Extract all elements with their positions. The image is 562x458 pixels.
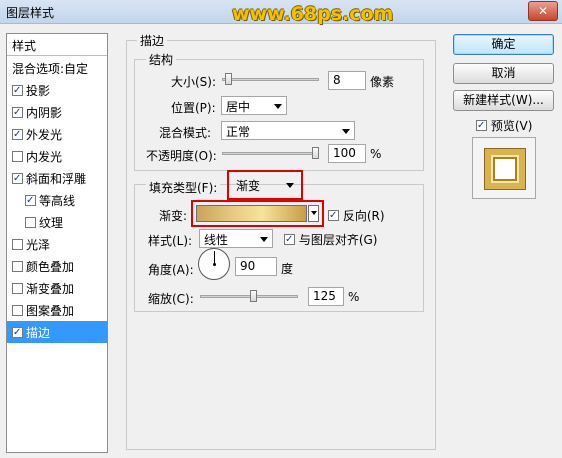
opacity-label: 不透明度(O): xyxy=(146,149,217,163)
style-list-item[interactable]: 内发光 xyxy=(7,145,107,167)
gradient-swatch[interactable] xyxy=(196,205,307,222)
style-item-label: 图案叠加 xyxy=(26,304,75,318)
chevron-down-icon xyxy=(274,104,282,109)
preview-frame-image xyxy=(485,149,525,189)
style-item-label: 斜面和浮雕 xyxy=(26,172,87,186)
preview-thumbnail xyxy=(472,137,536,199)
blend-mode-value: 正常 xyxy=(226,125,251,139)
style-item-checkbox[interactable] xyxy=(12,261,23,272)
fill-type-label: 填充类型(F): xyxy=(146,179,221,196)
style-item-checkbox[interactable] xyxy=(12,151,23,162)
style-value: 线性 xyxy=(204,233,229,247)
style-item-checkbox[interactable] xyxy=(12,239,23,250)
blend-mode-label: 混合模式: xyxy=(159,126,212,140)
scale-label: 缩放(C): xyxy=(148,292,194,306)
style-item-checkbox[interactable] xyxy=(25,217,36,228)
angle-center-dot xyxy=(213,263,216,266)
style-list-item[interactable]: 斜面和浮雕 xyxy=(7,167,107,189)
style-list-item[interactable]: 渐变叠加 xyxy=(7,277,107,299)
chevron-down-icon xyxy=(342,129,350,134)
size-label: 大小(S): xyxy=(171,75,217,89)
style-item-checkbox[interactable] xyxy=(12,283,23,294)
chevron-down-icon xyxy=(260,237,268,242)
style-item-checkbox[interactable] xyxy=(12,305,23,316)
size-unit: 像素 xyxy=(370,75,395,89)
style-item-label: 投影 xyxy=(26,84,51,98)
close-button[interactable]: ✕ xyxy=(528,1,558,21)
style-item-label: 渐变叠加 xyxy=(26,282,75,296)
chevron-down-icon xyxy=(286,183,294,188)
opacity-input[interactable]: 100 xyxy=(328,144,366,163)
size-input[interactable]: 8 xyxy=(328,71,366,90)
position-value: 居中 xyxy=(226,100,251,114)
style-list-item[interactable]: 等高线 xyxy=(7,189,107,211)
style-list-item[interactable]: 光泽 xyxy=(7,233,107,255)
style-item-checkbox[interactable] xyxy=(12,173,23,184)
style-item-label: 光泽 xyxy=(26,238,51,252)
style-list-item[interactable]: 内阴影 xyxy=(7,101,107,123)
scale-slider-thumb[interactable] xyxy=(250,290,258,302)
fill-type-select[interactable]: 渐变 xyxy=(231,175,299,194)
opacity-slider-track[interactable] xyxy=(222,152,319,155)
style-item-checkbox[interactable] xyxy=(25,195,36,206)
cancel-button[interactable]: 取消 xyxy=(453,63,554,84)
preview-checkbox[interactable]: 预览(V) xyxy=(476,117,532,134)
style-item-label: 描边 xyxy=(26,326,51,340)
preview-label: 预览(V) xyxy=(490,119,533,133)
style-list-item[interactable]: 混合选项:自定 xyxy=(7,57,107,79)
style-list-item[interactable]: 图案叠加 xyxy=(7,299,107,321)
style-list-item[interactable]: 描边 xyxy=(7,321,107,343)
align-with-layer-checkbox[interactable]: 与图层对齐(G) xyxy=(284,231,378,248)
scale-slider-track[interactable] xyxy=(200,295,298,298)
gradient-label: 渐变: xyxy=(159,209,188,223)
reverse-checkbox-box[interactable] xyxy=(328,210,339,221)
position-label: 位置(P): xyxy=(171,101,216,115)
style-item-label: 内阴影 xyxy=(26,106,63,120)
style-item-checkbox[interactable] xyxy=(12,85,23,96)
opacity-unit: % xyxy=(370,147,382,161)
style-item-label: 混合选项:自定 xyxy=(12,62,89,76)
reverse-checkbox[interactable]: 反向(R) xyxy=(328,207,385,224)
blend-mode-select[interactable]: 正常 xyxy=(221,121,355,140)
fill-type-value: 渐变 xyxy=(236,179,261,193)
preview-checkbox-box[interactable] xyxy=(476,120,487,131)
stroke-section-title: 描边 xyxy=(137,32,168,49)
gradient-dropdown-button[interactable] xyxy=(308,205,319,222)
style-list-item[interactable]: 纹理 xyxy=(7,211,107,233)
style-list-item[interactable]: 颜色叠加 xyxy=(7,255,107,277)
style-item-checkbox[interactable] xyxy=(12,107,23,118)
position-select[interactable]: 居中 xyxy=(221,96,287,115)
style-item-label: 纹理 xyxy=(39,216,64,230)
structure-title: 结构 xyxy=(146,51,177,68)
style-select[interactable]: 线性 xyxy=(199,229,273,248)
style-item-label: 外发光 xyxy=(26,128,63,142)
angle-dial[interactable] xyxy=(198,248,230,280)
align-checkbox-box[interactable] xyxy=(284,234,295,245)
watermark-text: www.68ps.com xyxy=(232,3,394,25)
style-item-label: 内发光 xyxy=(26,150,63,164)
style-list-header: 样式 xyxy=(7,34,107,56)
style-item-label: 等高线 xyxy=(39,194,76,208)
style-label: 样式(L): xyxy=(148,234,193,248)
style-list: 样式 混合选项:自定投影内阴影外发光内发光斜面和浮雕等高线纹理光泽颜色叠加渐变叠… xyxy=(6,33,108,453)
chevron-down-icon xyxy=(311,211,317,215)
angle-unit: 度 xyxy=(281,262,294,276)
opacity-slider-thumb[interactable] xyxy=(312,147,319,159)
window-title: 图层样式 xyxy=(6,6,55,20)
angle-label: 角度(A): xyxy=(148,263,194,277)
new-style-button[interactable]: 新建样式(W)... xyxy=(453,90,554,111)
style-list-item[interactable]: 投影 xyxy=(7,79,107,101)
reverse-label: 反向(R) xyxy=(342,209,385,223)
style-list-item[interactable]: 外发光 xyxy=(7,123,107,145)
size-slider-thumb[interactable] xyxy=(224,73,232,85)
scale-unit: % xyxy=(348,290,360,304)
style-item-checkbox[interactable] xyxy=(12,129,23,140)
ok-button[interactable]: 确定 xyxy=(453,34,554,55)
angle-input[interactable]: 90 xyxy=(235,257,277,276)
align-label: 与图层对齐(G) xyxy=(298,233,378,247)
style-item-label: 颜色叠加 xyxy=(26,260,75,274)
scale-input[interactable]: 125 xyxy=(308,287,344,306)
size-slider-track[interactable] xyxy=(222,78,319,81)
style-item-checkbox[interactable] xyxy=(12,327,23,338)
